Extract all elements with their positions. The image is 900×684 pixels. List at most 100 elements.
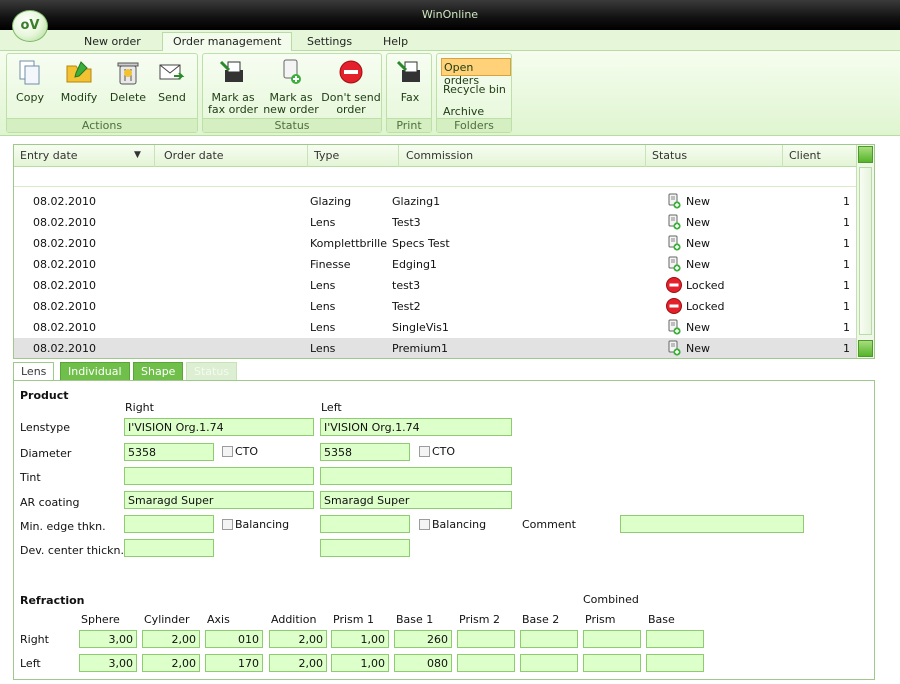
table-row[interactable]: 08.02.2010 Lens test3 Locked 1 — [14, 275, 856, 296]
cell-type: Glazing — [310, 195, 352, 208]
print-group-label: Print — [387, 118, 431, 132]
delete-button[interactable]: Delete — [109, 58, 147, 104]
col-order-date[interactable]: Order date — [164, 149, 224, 162]
dont-send-button[interactable]: Don't send order — [321, 58, 381, 116]
menu-tab-settings[interactable]: Settings — [297, 33, 362, 51]
comment-field[interactable] — [620, 515, 804, 533]
refraction-field-prism-1[interactable]: 1,00 — [331, 630, 389, 648]
cell-entry-date: 08.02.2010 — [33, 279, 96, 292]
menu-tab-order-management[interactable]: Order management — [162, 32, 293, 52]
modify-button[interactable]: Modify — [60, 58, 98, 104]
copy-button[interactable]: Copy — [15, 58, 45, 104]
refraction-field-sphere[interactable]: 3,00 — [79, 654, 137, 672]
mark-new-button[interactable]: Mark as new order — [263, 58, 319, 116]
dev-center-left-field[interactable] — [320, 539, 410, 557]
fax-button[interactable]: Fax — [393, 58, 427, 104]
table-row[interactable]: 08.02.2010 Komplettbrille Specs Test New 1 — [14, 233, 856, 254]
refraction-field-base[interactable] — [646, 630, 704, 648]
tint-right-field[interactable] — [124, 467, 314, 485]
cell-entry-date: 08.02.2010 — [33, 258, 96, 271]
table-row[interactable]: 08.02.2010 Lens SingleVis1 New 1 — [14, 317, 856, 338]
refraction-field-axis[interactable]: 010 — [205, 630, 263, 648]
col-commission[interactable]: Commission — [406, 149, 473, 162]
delete-label: Delete — [109, 91, 147, 104]
min-edge-left-field[interactable] — [320, 515, 410, 533]
refraction-field-sphere[interactable]: 3,00 — [79, 630, 137, 648]
table-row[interactable]: 08.02.2010 Finesse Edging1 New 1 — [14, 254, 856, 275]
diameter-left-field[interactable]: 5358 — [320, 443, 410, 461]
dev-center-right-field[interactable] — [124, 539, 214, 557]
table-row[interactable]: 08.02.2010 Glazing Glazing1 New 1 — [14, 191, 856, 212]
refraction-row-label: Left — [20, 657, 41, 670]
cell-type: Lens — [310, 321, 336, 334]
app-logo[interactable]: oV — [12, 10, 48, 42]
combined-label: Combined — [583, 593, 639, 606]
copy-label: Copy — [16, 91, 44, 104]
cto-right-checkbox[interactable] — [222, 446, 233, 457]
cell-status: New — [686, 258, 710, 271]
refraction-field-base-2[interactable] — [520, 630, 578, 648]
folder-recycle-bin[interactable]: Recycle bin — [441, 81, 511, 99]
lenstype-right-field[interactable]: I'VISION Org.1.74 — [124, 418, 314, 436]
table-row[interactable]: 08.02.2010 Lens Test2 Locked 1 — [14, 296, 856, 317]
dont-send-label: Don't send order — [321, 91, 381, 116]
cell-entry-date: 08.02.2010 — [33, 342, 96, 355]
col-client[interactable]: Client — [789, 149, 821, 162]
refraction-field-cylinder[interactable]: 2,00 — [142, 630, 200, 648]
diameter-right-field[interactable]: 5358 — [124, 443, 214, 461]
refraction-field-base-1[interactable]: 080 — [394, 654, 452, 672]
refraction-field-prism[interactable] — [583, 654, 641, 672]
refraction-field-prism-1[interactable]: 1,00 — [331, 654, 389, 672]
scroll-down-button[interactable] — [858, 340, 873, 357]
fax-icon — [219, 60, 243, 82]
refraction-field-base-1[interactable]: 260 — [394, 630, 452, 648]
trash-icon — [117, 62, 139, 85]
cell-status: New — [686, 216, 710, 229]
table-row[interactable]: 08.02.2010 Lens Test3 New 1 — [14, 212, 856, 233]
refraction-field-addition[interactable]: 2,00 — [269, 654, 327, 672]
refraction-heading: Refraction — [20, 594, 85, 607]
cto-left-checkbox[interactable] — [419, 446, 430, 457]
refraction-field-base-2[interactable] — [520, 654, 578, 672]
refraction-field-addition[interactable]: 2,00 — [269, 630, 327, 648]
filter-row[interactable] — [14, 167, 856, 187]
copy-icon — [19, 60, 40, 85]
scroll-thumb[interactable] — [859, 167, 872, 335]
refraction-field-cylinder[interactable]: 2,00 — [142, 654, 200, 672]
mark-fax-button[interactable]: Mark as fax order — [205, 58, 261, 116]
scroll-up-button[interactable] — [858, 146, 873, 163]
balancing-right-checkbox[interactable] — [222, 519, 233, 530]
new-order-icon — [668, 193, 681, 209]
refraction-field-axis[interactable]: 170 — [205, 654, 263, 672]
tint-left-field[interactable] — [320, 467, 512, 485]
locked-icon — [666, 277, 682, 293]
refraction-col-header: Base 2 — [522, 613, 560, 626]
sort-desc-icon[interactable]: ▼ — [134, 150, 141, 160]
menu-tab-new-order[interactable]: New order — [74, 33, 151, 51]
grid-scrollbar[interactable] — [856, 145, 874, 358]
balancing-left-checkbox[interactable] — [419, 519, 430, 530]
col-type[interactable]: Type — [314, 149, 339, 162]
window-title: WinOnline — [421, 8, 479, 21]
menu-tab-help[interactable]: Help — [373, 33, 418, 51]
tab-shape[interactable]: Shape — [133, 362, 184, 380]
refraction-field-prism[interactable] — [583, 630, 641, 648]
col-status[interactable]: Status — [652, 149, 687, 162]
lenstype-left-field[interactable]: I'VISION Org.1.74 — [320, 418, 512, 436]
cto-right-label: CTO — [235, 445, 259, 458]
ar-coating-left-field[interactable]: Smaragd Super — [320, 491, 512, 509]
menu-bar: New order Order management Settings Help — [0, 30, 900, 52]
refraction-field-prism-2[interactable] — [457, 630, 515, 648]
tab-individual[interactable]: Individual — [60, 362, 130, 380]
lens-detail-panel: Product Right Left Lenstype I'VISION Org… — [13, 380, 875, 680]
tab-lens[interactable]: Lens — [13, 362, 55, 381]
ar-coating-right-field[interactable]: Smaragd Super — [124, 491, 314, 509]
table-row[interactable]: 08.02.2010 Lens Premium1 New 1 — [14, 338, 856, 358]
send-button[interactable]: Send — [155, 58, 189, 104]
col-entry-date[interactable]: Entry date — [20, 149, 78, 162]
refraction-field-base[interactable] — [646, 654, 704, 672]
folder-open-orders[interactable]: Open orders — [441, 58, 511, 87]
min-edge-right-field[interactable] — [124, 515, 214, 533]
no-entry-icon — [339, 60, 363, 84]
refraction-field-prism-2[interactable] — [457, 654, 515, 672]
